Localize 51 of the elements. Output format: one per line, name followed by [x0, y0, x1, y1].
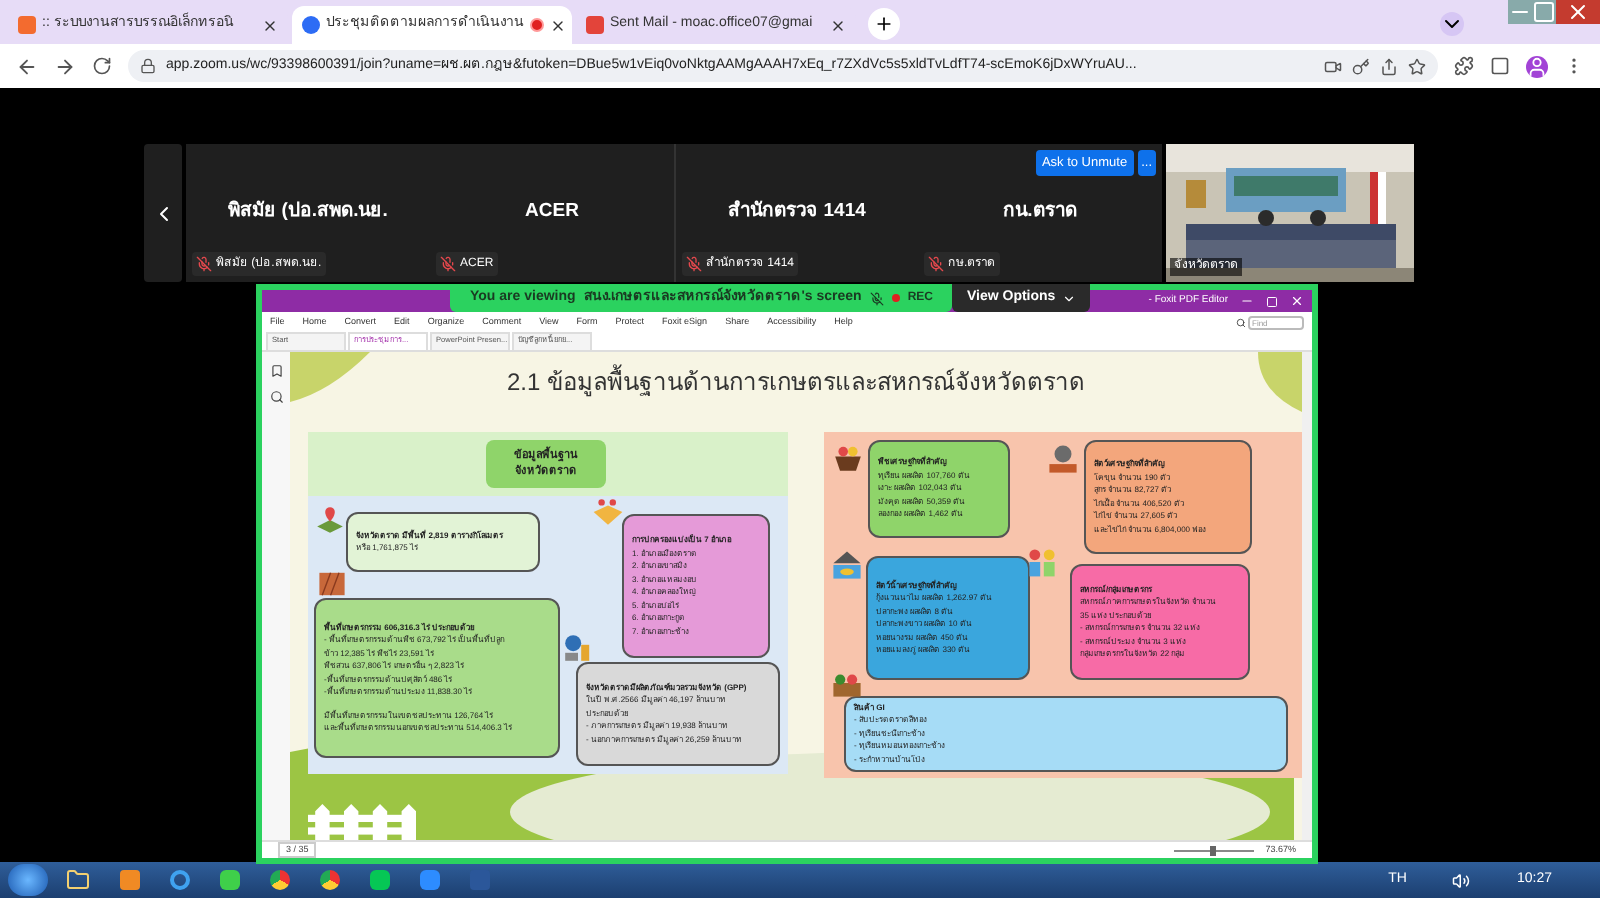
people-icon: [1024, 544, 1060, 580]
close-icon[interactable]: [830, 17, 846, 33]
coins-icon: [562, 632, 594, 664]
zoom-slider-thumb[interactable]: [1209, 845, 1216, 855]
slide-title: 2.1 ข้อมูลพื้นฐานด้านการเกษตรและสหกรณ์จังหวัดตราด: [504, 364, 1087, 400]
extensions-icon[interactable]: [1454, 56, 1474, 76]
zoom-icon[interactable]: [420, 870, 440, 890]
profile-icon[interactable]: [1526, 55, 1548, 77]
folder-icon[interactable]: [66, 868, 90, 892]
tab-favicon-icon: [302, 16, 320, 34]
back-icon[interactable]: [16, 55, 38, 77]
share-icon[interactable]: [1380, 57, 1398, 75]
participant-name: พิสมัย (ปอ.สพด.นย.: [228, 198, 388, 227]
forward-icon[interactable]: [54, 55, 76, 77]
soil-icon: [318, 570, 346, 598]
search-icon: [1236, 317, 1246, 327]
participant-name: ACER: [525, 198, 579, 227]
camera-icon[interactable]: [1324, 57, 1342, 75]
volume-icon[interactable]: [1452, 871, 1471, 889]
caret-icon: [1061, 291, 1076, 305]
fence-drawing: [306, 804, 418, 840]
search-icon[interactable]: [269, 390, 283, 404]
lock-icon[interactable]: [140, 58, 156, 74]
bookmark-icon[interactable]: [269, 364, 283, 378]
leaf-drawing: [1258, 352, 1302, 412]
sidebar-icon[interactable]: [1490, 56, 1510, 76]
chrome-icon[interactable]: [270, 870, 290, 890]
start-button[interactable]: [8, 864, 48, 896]
close-icon[interactable]: [550, 17, 566, 33]
line-icon[interactable]: [370, 870, 390, 890]
key-icon[interactable]: [1352, 57, 1370, 75]
map-pin-icon: [314, 504, 346, 536]
close-icon[interactable]: [262, 17, 278, 33]
leaf-drawing: [290, 352, 370, 402]
reload-icon[interactable]: [92, 56, 112, 76]
plus-icon: [874, 14, 894, 34]
internet-explorer-icon[interactable]: [170, 870, 190, 890]
participant-name: กน.ตราด: [1003, 198, 1077, 227]
tab-favicon-icon: [18, 16, 36, 34]
chat-icon[interactable]: [220, 870, 240, 890]
chrome-icon[interactable]: [320, 870, 340, 890]
participant-name: สำนักตรวจ 1414: [728, 198, 866, 227]
bookmark-star-icon[interactable]: [1408, 57, 1426, 75]
minimize-icon[interactable]: [1240, 294, 1254, 308]
tab-favicon-icon: [586, 16, 604, 34]
fish-pond-icon: [830, 548, 864, 582]
muted-mic-icon: [869, 291, 884, 305]
fruit-basket-icon: [832, 442, 864, 474]
maximize-icon[interactable]: [1266, 295, 1278, 307]
tab-search-icon[interactable]: [1440, 12, 1464, 36]
new-tab-button[interactable]: [868, 8, 900, 40]
